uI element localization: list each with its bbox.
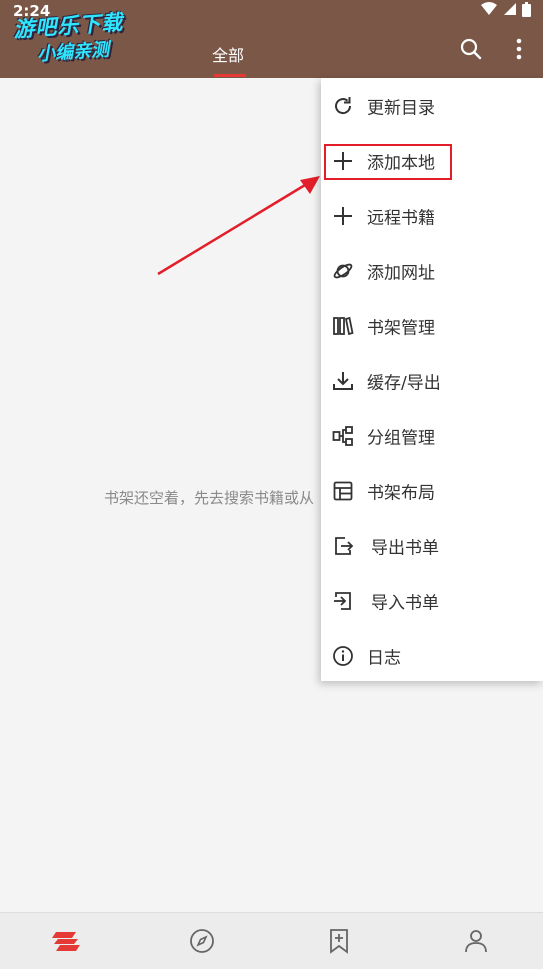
nav-bookshelf[interactable]: [52, 927, 80, 955]
menu-item-remote-books[interactable]: 远程书籍: [321, 188, 543, 243]
tab-all[interactable]: 全部: [212, 42, 244, 66]
watermark-line2: 小编亲测: [36, 39, 110, 66]
bookshelf-logo-icon: [52, 929, 80, 953]
menu-item-shelf-manage[interactable]: 书架管理: [321, 298, 543, 353]
signal-icon: [503, 2, 516, 17]
layout-icon: [332, 480, 354, 502]
menu-item-label: 分组管理: [367, 428, 435, 448]
wifi-icon: [481, 2, 497, 17]
app-bar: 2:24 游吧乐下载 小编亲测 全部: [0, 0, 543, 78]
menu-item-export-booklist[interactable]: 导出书单: [321, 518, 543, 573]
nav-profile[interactable]: [462, 927, 490, 955]
menu-item-log[interactable]: 日志: [321, 628, 543, 683]
battery-icon: [522, 2, 531, 17]
menu-item-shelf-layout[interactable]: 书架布局: [321, 463, 543, 518]
nav-rss[interactable]: [325, 927, 353, 955]
search-icon: [458, 36, 486, 62]
plus-icon: [332, 205, 354, 227]
menu-item-cache-export[interactable]: 缓存/导出: [321, 353, 543, 408]
menu-item-import-booklist[interactable]: 导入书单: [321, 573, 543, 628]
info-icon: [332, 645, 354, 667]
menu-item-label: 日志: [367, 648, 401, 668]
menu-item-label: 更新目录: [367, 98, 435, 118]
menu-item-label: 添加网址: [367, 263, 435, 283]
group-icon: [332, 425, 354, 447]
menu-item-label: 导入书单: [371, 593, 439, 613]
menu-item-label: 书架布局: [367, 483, 435, 503]
export-icon: [332, 535, 354, 557]
menu-item-group-manage[interactable]: 分组管理: [321, 408, 543, 463]
download-icon: [332, 370, 354, 392]
menu-item-update-catalog[interactable]: 更新目录: [321, 78, 543, 133]
watermark-logo: 游吧乐下载 小编亲测: [12, 6, 125, 68]
bottom-nav: [0, 912, 543, 969]
annotation-arrow: [157, 176, 320, 276]
planet-icon: [332, 260, 354, 282]
search-button[interactable]: [458, 36, 486, 64]
person-icon: [463, 928, 489, 954]
compass-icon: [189, 928, 215, 954]
tab-indicator: [214, 74, 246, 77]
import-icon: [332, 590, 354, 612]
menu-item-label: 导出书单: [371, 538, 439, 558]
highlight-box: [324, 144, 452, 180]
more-vertical-icon: [508, 36, 536, 62]
menu-item-label: 远程书籍: [367, 208, 435, 228]
refresh-icon: [332, 95, 354, 117]
empty-shelf-text: 书架还空着，先去搜索书籍或从: [104, 489, 315, 507]
nav-discover[interactable]: [188, 927, 216, 955]
books-icon: [332, 315, 354, 337]
bookmark-add-icon: [327, 928, 351, 954]
more-options-button[interactable]: [508, 36, 536, 64]
menu-item-add-url[interactable]: 添加网址: [321, 243, 543, 298]
menu-item-label: 书架管理: [367, 318, 435, 338]
menu-item-label: 缓存/导出: [367, 373, 441, 393]
status-icons: [481, 2, 531, 17]
